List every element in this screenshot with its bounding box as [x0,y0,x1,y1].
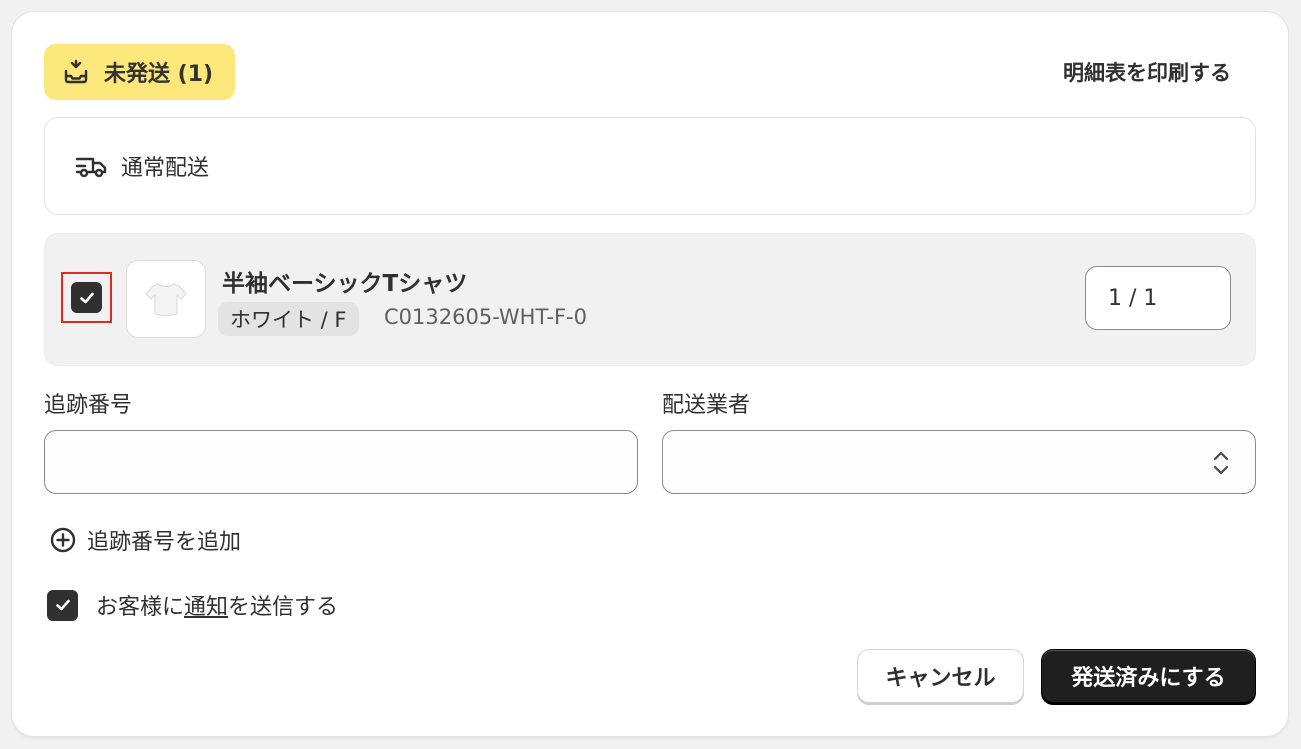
notify-suffix: を送信する [228,595,339,620]
add-tracking-label: 追跡番号を追加 [87,530,242,555]
unfulfilled-box-icon [64,59,88,84]
fulfillment-card: 未発送 (1) 明細表を印刷する 通常配送 半袖ベーシックTシャツ ホワイト /… [12,12,1288,736]
notify-customer-row: お客様に通知を送信する [47,589,338,621]
notify-customer-checkbox[interactable] [47,589,78,621]
select-chevron-icon [1213,451,1229,475]
carrier-label: 配送業者 [662,393,751,418]
mark-as-fulfilled-button[interactable]: 発送済みにする [1041,649,1256,703]
tshirt-image [145,283,187,316]
notification-link[interactable]: 通知 [184,595,228,620]
product-title: 半袖ベーシックTシャツ [222,271,468,297]
checkmark-icon [79,292,94,303]
cancel-button[interactable]: キャンセル [857,649,1024,703]
checkmark-icon [55,599,70,611]
print-packing-slip-link[interactable]: 明細表を印刷する [1063,57,1231,87]
status-label: 未発送 (1) [104,62,214,87]
notify-customer-text: お客様に通知を送信する [96,589,338,621]
tracking-number-input[interactable] [44,430,638,494]
product-thumbnail [126,260,206,338]
status-badge: 未発送 (1) [44,44,235,100]
tracking-number-label: 追跡番号 [44,393,133,418]
add-tracking-number-button[interactable]: 追跡番号を追加 [49,524,241,556]
notify-prefix: お客様に [96,595,185,620]
delivery-method-box: 通常配送 [44,117,1256,215]
truck-icon [75,157,107,178]
product-sku: C0132605-WHT-F-0 [384,305,587,329]
variant-badge: ホワイト / F [218,302,359,336]
line-item-row: 半袖ベーシックTシャツ ホワイト / F C0132605-WHT-F-0 1 … [44,233,1256,366]
quantity-input[interactable]: 1 / 1 [1085,266,1231,330]
plus-circle-icon [50,527,76,553]
line-item-checkbox-highlight [61,272,112,323]
line-item-checkbox[interactable] [71,282,102,313]
carrier-select[interactable] [662,430,1256,494]
delivery-method-label: 通常配送 [121,156,210,181]
